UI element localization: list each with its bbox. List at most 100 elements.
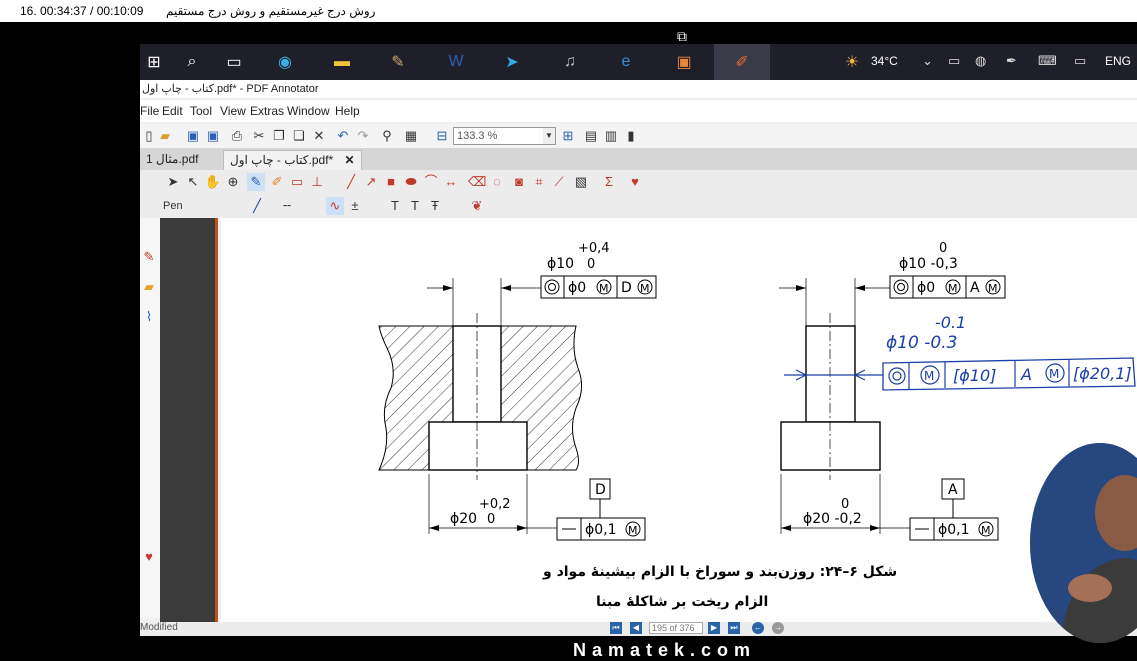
previous-page-icon[interactable]: ◀ xyxy=(630,622,642,634)
menu-tool[interactable]: Tool xyxy=(190,104,212,118)
menu-view[interactable]: View xyxy=(220,104,246,118)
line-style-icon[interactable]: ╌ xyxy=(278,197,296,215)
select-arrow-icon[interactable]: ➤ xyxy=(164,173,182,191)
two-page-icon[interactable]: ▥ xyxy=(602,127,620,145)
video-title: روش درج غیرمستقیم و روش درج مستقیم xyxy=(166,4,376,18)
crop-icon[interactable]: ⌗ xyxy=(530,173,548,191)
weather-temperature[interactable]: 34°C xyxy=(871,54,898,68)
back-icon[interactable]: ← xyxy=(752,622,764,634)
arrow-icon[interactable]: ↗ xyxy=(362,173,380,191)
hand-icon[interactable]: ✋ xyxy=(204,173,222,191)
undo-icon[interactable]: ↶ xyxy=(334,127,352,145)
text-strike-icon[interactable]: Ŧ xyxy=(426,197,444,215)
freehand-icon[interactable]: ∿ xyxy=(326,197,344,215)
task-view-icon[interactable]: ▭ xyxy=(222,50,246,74)
copy-icon[interactable]: ❐ xyxy=(270,127,288,145)
language-indicator[interactable]: ENG xyxy=(1105,54,1131,68)
image-viewer-icon[interactable]: ▣ xyxy=(672,50,696,74)
sidebar-clip-icon[interactable]: ⌇ xyxy=(140,308,158,326)
sigma-icon[interactable]: Σ xyxy=(600,173,618,191)
left-bottom-frame-value: ϕ0,1 xyxy=(585,522,617,538)
redo-icon[interactable]: ↷ xyxy=(354,127,372,145)
weather-icon[interactable]: ☀ xyxy=(840,50,864,74)
edge-browser-icon[interactable]: ◉ xyxy=(273,50,297,74)
datum-a-label: A xyxy=(948,482,958,498)
first-page-icon[interactable]: ⏮ xyxy=(610,622,622,634)
internet-explorer-icon[interactable]: e xyxy=(614,50,638,74)
highlighter-icon[interactable]: ✐ xyxy=(268,173,286,191)
eraser-icon[interactable]: ⌫ xyxy=(468,173,486,191)
ruler-icon[interactable]: ⟋ xyxy=(550,173,568,191)
zoom-in-icon[interactable]: ⊞ xyxy=(559,127,577,145)
cut-icon[interactable]: ✂ xyxy=(250,127,268,145)
menu-window[interactable]: Window xyxy=(287,104,330,118)
sidebar-heart-icon[interactable]: ♥ xyxy=(140,548,158,566)
zoom-select[interactable]: 133.3 % ▼ xyxy=(453,127,556,145)
search-icon[interactable]: ⌕ xyxy=(180,50,204,74)
ellipse-icon[interactable]: ⬬ xyxy=(402,173,420,191)
zoom-mode-icon[interactable]: ▦ xyxy=(402,127,420,145)
open-folder-icon[interactable]: ▰ xyxy=(156,127,174,145)
text-underline-icon[interactable]: T xyxy=(386,197,404,215)
save-icon[interactable]: ▣ xyxy=(184,127,202,145)
print-icon[interactable]: ⎙ xyxy=(228,127,246,145)
camera-icon[interactable]: ◙ xyxy=(510,173,528,191)
find-icon[interactable]: ⚲ xyxy=(378,127,396,145)
delete-icon[interactable]: ✕ xyxy=(310,127,328,145)
network-icon[interactable]: ◍ xyxy=(975,53,986,69)
measure-icon[interactable]: ↔ xyxy=(442,173,460,191)
smooth-icon[interactable]: ± xyxy=(346,197,364,215)
menu-edit[interactable]: Edit xyxy=(162,104,183,118)
single-page-icon[interactable]: ▤ xyxy=(582,127,600,145)
stamp-icon[interactable]: ⊥ xyxy=(308,173,326,191)
chevron-down-icon[interactable]: ▼ xyxy=(543,128,555,144)
file-explorer-icon[interactable]: ▬ xyxy=(330,50,354,74)
pen-tool-icon[interactable]: ✎ xyxy=(247,173,265,191)
clipboard-icon[interactable]: ❦ xyxy=(468,197,486,215)
mmc-symbol: M xyxy=(948,282,958,295)
sidebar-folder-icon[interactable]: ▰ xyxy=(140,278,158,296)
zoom-out-icon[interactable]: ⊟ xyxy=(433,127,451,145)
menu-help[interactable]: Help xyxy=(335,104,360,118)
lasso-icon[interactable]: ◌ xyxy=(488,173,506,191)
save-as-icon[interactable]: ▣ xyxy=(204,127,222,145)
line-icon[interactable]: ╱ xyxy=(342,173,360,191)
tab-book-pdf[interactable]: کتاب - چاپ اول.pdf* ✕ xyxy=(223,150,362,170)
last-page-icon[interactable]: ⏭ xyxy=(728,622,740,634)
microphone-icon[interactable]: ♫ xyxy=(558,50,582,74)
handwritten-tolerance-upper: -0.1 xyxy=(935,313,966,332)
windows-start-icon[interactable]: ⊞ xyxy=(142,50,166,74)
chevron-up-icon[interactable]: ⌄ xyxy=(922,53,933,69)
telegram-icon[interactable]: ➤ xyxy=(500,50,524,74)
keyboard-icon[interactable]: ⌨ xyxy=(1038,53,1057,69)
word-icon[interactable]: W xyxy=(444,50,468,74)
menu-extras[interactable]: Extras xyxy=(250,104,284,118)
mmc-symbol: M xyxy=(988,282,998,295)
sidebar-pen-icon[interactable]: ✎ xyxy=(140,248,158,266)
select-text-icon[interactable]: ↖ xyxy=(184,173,202,191)
right-bottom-dimension: ϕ20 -0,2 xyxy=(803,511,862,527)
rectangle-icon[interactable]: ■ xyxy=(382,173,400,191)
fullscreen-icon[interactable]: ▮ xyxy=(622,127,640,145)
next-page-icon[interactable]: ▶ xyxy=(708,622,720,634)
display-icon[interactable]: ▭ xyxy=(1074,53,1086,69)
text-box-icon[interactable]: ▭ xyxy=(288,173,306,191)
forward-icon[interactable]: → xyxy=(772,622,784,634)
pen-color-icon[interactable]: ╱ xyxy=(248,197,266,215)
favorites-heart-icon[interactable]: ♥ xyxy=(626,173,644,191)
insert-image-icon[interactable]: ▧ xyxy=(572,173,590,191)
close-icon[interactable]: ✕ xyxy=(345,153,355,167)
text-squiggle-icon[interactable]: T xyxy=(406,197,424,215)
menu-file[interactable]: File xyxy=(140,104,159,118)
polyline-icon[interactable]: ⌒ xyxy=(422,173,440,191)
paint-icon[interactable]: ✎ xyxy=(386,50,410,74)
tab-example-pdf[interactable]: مثال 1.pdf xyxy=(140,150,204,170)
page-counter[interactable]: 195 of 376 xyxy=(649,622,703,634)
pdf-page[interactable]: ϕ0 M D M +0,4 ϕ10 0 +0,2 ϕ20 0 D ϕ0,1 M … xyxy=(221,218,1137,622)
pen-tray-icon[interactable]: ✒ xyxy=(1006,53,1017,69)
pdf-annotator-icon[interactable]: ✐ xyxy=(730,50,754,74)
battery-icon[interactable]: ▭ xyxy=(948,53,960,69)
paste-icon[interactable]: ❏ xyxy=(290,127,308,145)
figure-caption-line1: شکل ۶–۲۴: روزن‌بند و سوراخ با الزام بیشی… xyxy=(543,564,898,580)
magnifier-icon[interactable]: ⊕ xyxy=(224,173,242,191)
